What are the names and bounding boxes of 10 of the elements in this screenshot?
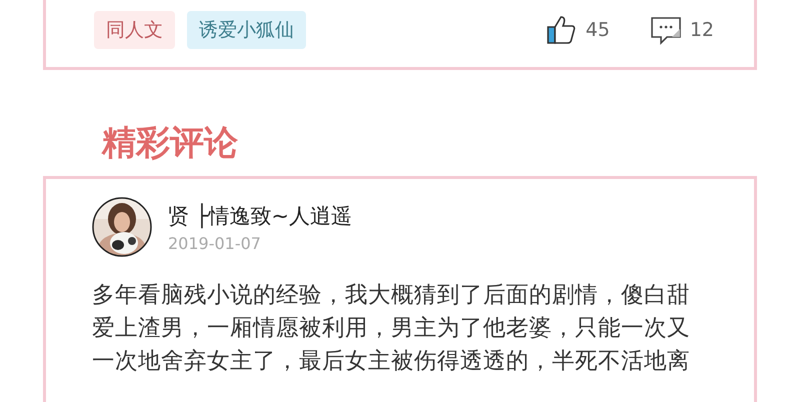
like-count: 45 [586,18,610,40]
comment-date: 2019-01-07 [168,234,262,252]
username[interactable]: 贤 ├情逸致~人逍遥 [168,202,352,230]
comment-icon[interactable] [650,14,682,44]
comment-count: 12 [690,18,714,40]
comment-text: 多年看脑残小说的经验，我大概猜到了后面的剧情，傻白甜爱上渣男，一厢情愿被利用，男主为了他老婆，只能一次又一次地舍弃女主了，最后女主被伤得透透的，半死不活地离 [92,281,691,376]
thumbs-up-icon[interactable] [546,14,578,44]
section-title: 精彩评论 [102,122,239,164]
tag[interactable]: 诱爱小狐仙 [187,10,306,48]
tag[interactable]: 同人文 [94,10,175,48]
